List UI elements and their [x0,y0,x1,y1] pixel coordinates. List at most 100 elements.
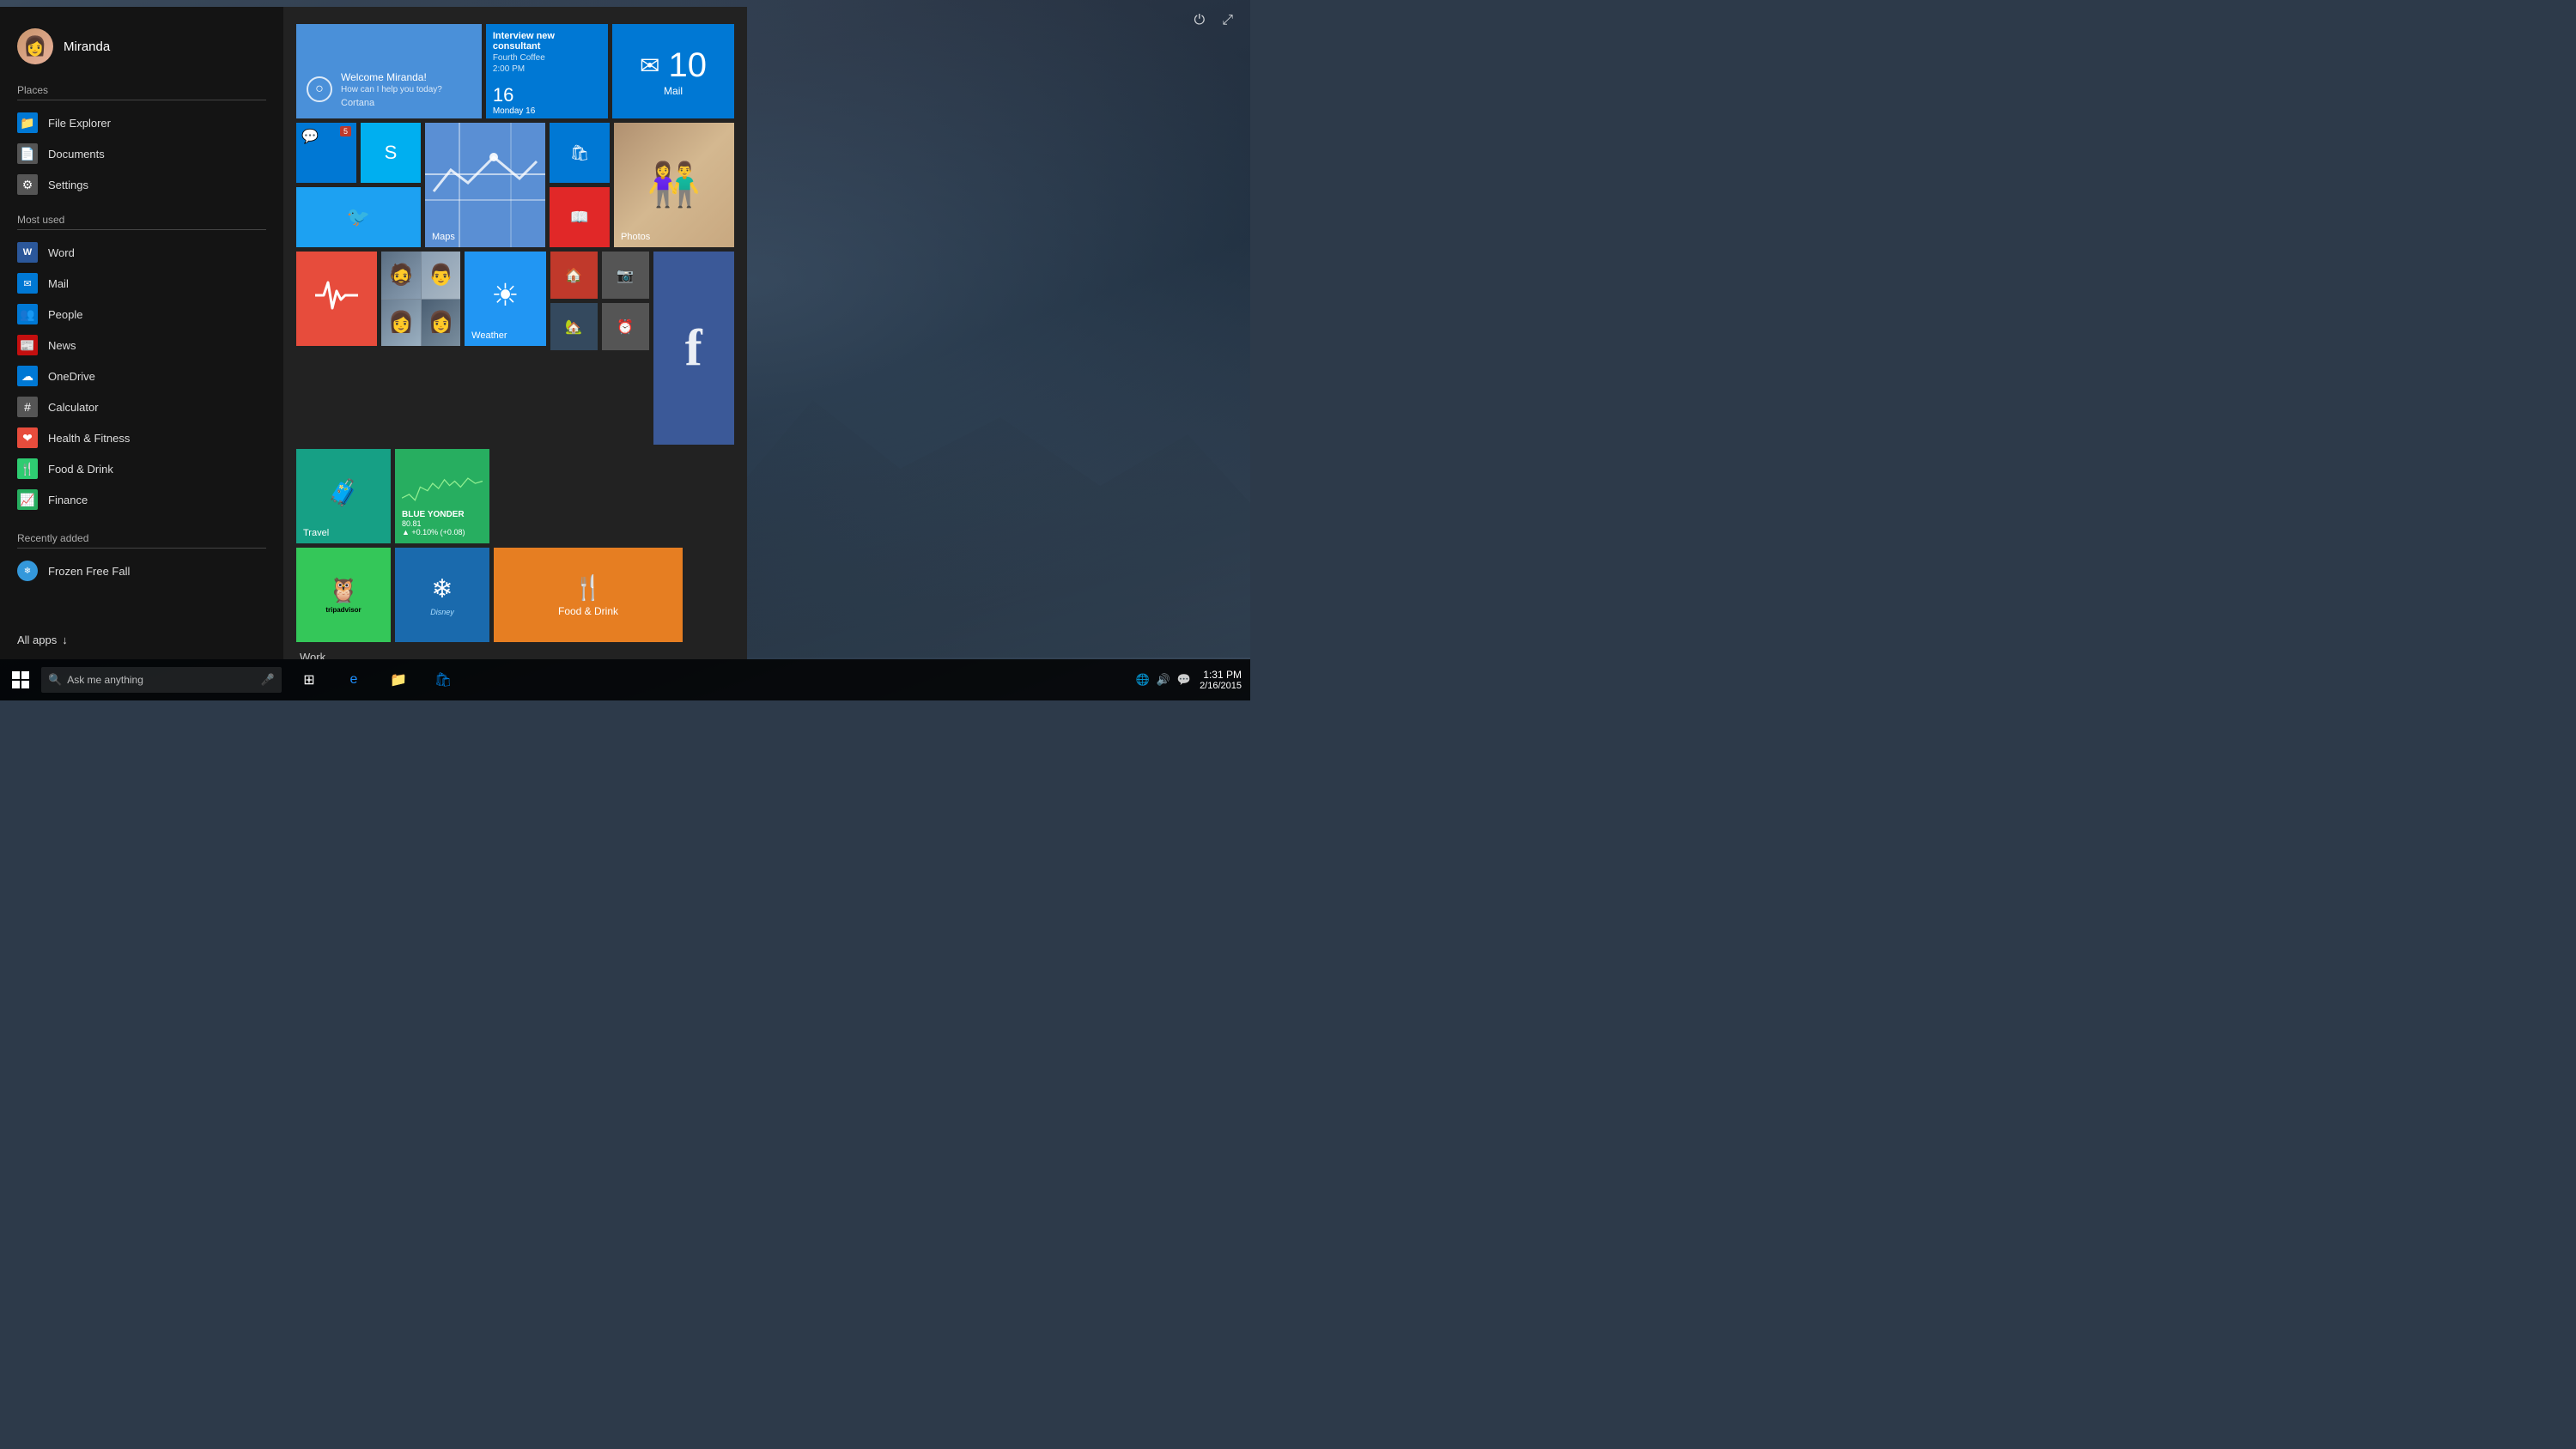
work-section: Work W P N X B # [296,651,734,659]
tile-flipboard[interactable]: 📖 [550,187,610,247]
tile-tripadvisor[interactable]: 🦉 tripadvisor [296,548,391,642]
calendar-event: Interview new consultant [493,31,601,52]
recently-added-label: Recently added [0,525,283,548]
user-section[interactable]: 👩 Miranda [0,20,283,77]
weather-icon: ☀ [491,277,519,313]
frozen-icon: ❄ [17,561,38,581]
tile-home[interactable]: 🏡 [550,303,598,350]
tile-disney-frozen[interactable]: ❄ Disney [395,548,489,642]
all-apps-button[interactable]: All apps ↓ [17,634,68,646]
tile-facebook[interactable]: f [653,252,734,445]
sidebar-item-onedrive[interactable]: ☁ OneDrive [0,361,283,391]
people-photo-collage: 🧔 👨 👩 👩 [381,252,460,346]
tile-food-drink[interactable]: 🍴 Food & Drink [494,548,683,642]
places-label: Places [0,77,283,100]
start-menu-left-panel: 👩 Miranda Places 📁 File Explorer 📄 Docum… [0,7,283,659]
tile-travel[interactable]: 🧳 Travel [296,449,391,543]
taskbar-apps: ⊞ e 📁 🛍 [289,659,464,700]
tile-maps[interactable]: Maps [425,123,545,247]
time-display: 1:31 PM [1200,669,1242,681]
system-tray-icons: 🌐 🔊 💬 [1136,673,1192,687]
mail-count: 10 [669,46,708,85]
tile-calendar[interactable]: Interview new consultant Fourth Coffee 2… [486,24,608,118]
avatar: 👩 [17,28,53,64]
sidebar-item-people[interactable]: 👥 People [0,299,283,330]
search-icon: 🔍 [48,673,62,687]
sidebar-item-file-explorer[interactable]: 📁 File Explorer [0,107,283,138]
windows-logo-icon [12,671,29,688]
taskbar-app-store[interactable]: 🛍 [422,659,464,700]
disney-frozen-icon: ❄ Disney [395,548,489,642]
network-icon[interactable]: 🌐 [1136,673,1150,687]
tile-store[interactable]: 🛍 [550,123,610,183]
food-drink-icon: 🍴 [17,458,38,479]
calculator-label: Calculator [48,401,99,414]
all-apps-arrow-icon: ↓ [62,634,68,646]
tiles-panel: ○ Welcome Miranda! How can I help you to… [283,7,747,659]
taskbar-app-task-view[interactable]: ⊞ [289,659,330,700]
onedrive-icon: ☁ [17,366,38,386]
sidebar-item-documents[interactable]: 📄 Documents [0,138,283,169]
health-fitness-label: Health & Fitness [48,432,130,445]
taskbar-app-file-explorer[interactable]: 📁 [378,659,419,700]
sidebar-item-calculator[interactable]: # Calculator [0,391,283,422]
settings-icon: ⚙ [17,174,38,195]
sidebar-item-food-drink[interactable]: 🍴 Food & Drink [0,453,283,484]
tile-mail[interactable]: ✉ 10 Mail [612,24,734,118]
facebook-logo-icon: f [653,252,734,445]
tile-weather[interactable]: ☀ Weather [465,252,545,346]
start-menu: 👩 Miranda Places 📁 File Explorer 📄 Docum… [0,7,747,659]
tile-alarm[interactable]: ⏰ [602,303,649,350]
resize-button[interactable]: ⤢ [1222,13,1233,28]
tile-news[interactable]: 🏠 [550,252,598,299]
tile-twitter[interactable]: 🐦 [296,187,421,247]
cortana-label: Cortana [341,98,442,108]
travel-label: Travel [303,528,329,538]
sidebar-item-settings[interactable]: ⚙ Settings [0,169,283,200]
most-used-label: Most used [0,207,283,229]
health-icon [315,278,358,312]
photos-label: Photos [621,232,650,242]
search-bar[interactable]: 🔍 Ask me anything 🎤 [41,667,282,693]
tile-cortana[interactable]: ○ Welcome Miranda! How can I help you to… [296,24,482,118]
cortana-greeting: Welcome Miranda! [341,70,442,85]
documents-icon: 📄 [17,143,38,164]
tile-photos[interactable]: 👫 Photos [614,123,734,247]
sidebar-item-news[interactable]: 📰 News [0,330,283,361]
onedrive-label: OneDrive [48,370,95,383]
tile-health-fitness[interactable] [296,252,377,346]
all-apps-label: All apps [17,634,57,646]
sidebar-item-health-fitness[interactable]: ❤ Health & Fitness [0,422,283,453]
file-explorer-icon: 📁 [17,112,38,133]
tile-stocks[interactable]: BLUE YONDER 80.81 ▲ +0.10% (+0.08) [395,449,489,543]
food-drink-label: Food & Drink [48,463,113,476]
action-center-icon[interactable]: 💬 [1177,673,1191,687]
mail-tile-label: Mail [664,85,683,97]
word-label: Word [48,246,75,259]
sidebar-item-mail[interactable]: ✉ Mail [0,268,283,299]
food-drink-tile-icon: 🍴 [574,573,604,602]
food-drink-tile-label: Food & Drink [558,605,618,617]
recently-added-divider [17,548,266,549]
tile-skype[interactable]: S [361,123,421,183]
tile-people[interactable]: 🧔 👨 👩 👩 [381,252,460,346]
volume-icon[interactable]: 🔊 [1157,673,1170,687]
sidebar-item-word[interactable]: W Word [0,237,283,268]
start-button[interactable] [0,659,41,700]
tile-camera[interactable]: 📷 [602,252,649,299]
tile-messaging[interactable]: 💬 5 [296,123,356,183]
frozen-label: Frozen Free Fall [48,565,130,578]
taskbar-app-ie[interactable]: e [333,659,374,700]
power-button[interactable]: ⏻ [1194,13,1206,28]
sidebar-item-frozen-free-fall[interactable]: ❄ Frozen Free Fall [0,555,283,586]
taskbar-right: 🌐 🔊 💬 1:31 PM 2/16/2015 [1136,669,1251,691]
stocks-info: BLUE YONDER 80.81 ▲ +0.10% (+0.08) [402,510,483,537]
calendar-time: 2:00 PM [493,64,601,74]
health-fitness-icon: ❤ [17,427,38,448]
news-label: News [48,339,76,352]
most-used-divider [17,229,266,230]
settings-label: Settings [48,179,88,191]
microphone-icon[interactable]: 🎤 [261,673,275,687]
sidebar-item-finance[interactable]: 📈 Finance [0,484,283,515]
calendar-company: Fourth Coffee [493,53,601,63]
